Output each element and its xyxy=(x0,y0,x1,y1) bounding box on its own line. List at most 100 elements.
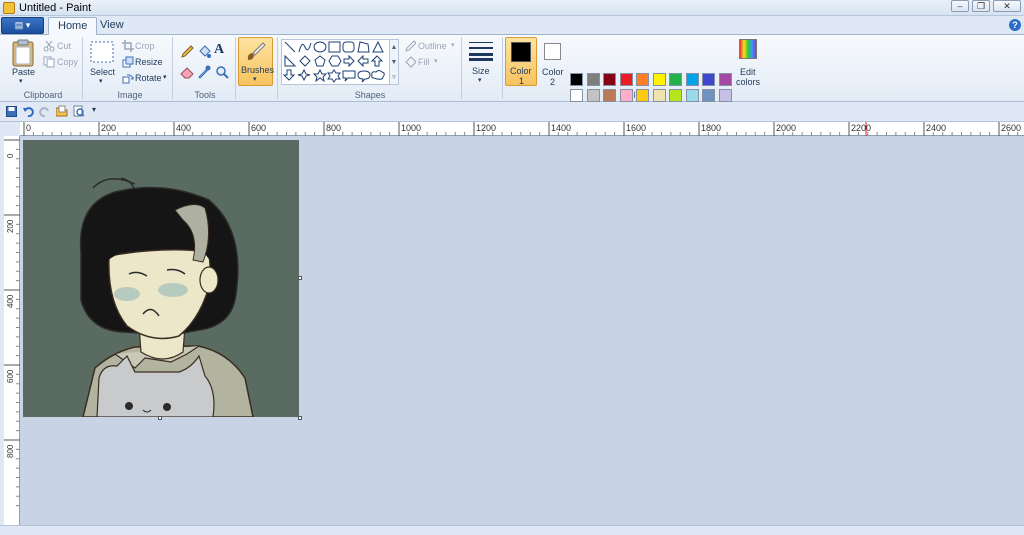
palette-swatch[interactable] xyxy=(603,89,616,102)
crop-icon xyxy=(122,40,134,52)
resize-handle-right[interactable] xyxy=(298,276,302,280)
ruler-label: 2600 xyxy=(1001,123,1022,133)
palette-swatch[interactable] xyxy=(685,89,699,102)
rectangle-shape-icon xyxy=(328,41,341,53)
palette-swatch[interactable] xyxy=(669,89,682,102)
maximize-button[interactable]: ❐ xyxy=(972,0,990,12)
outline-dropdown-icon[interactable]: ▾ xyxy=(451,41,455,49)
eraser-icon[interactable] xyxy=(180,65,194,79)
ruler-label: 2200 xyxy=(851,123,872,133)
edit-colors-button[interactable]: Edit colors xyxy=(733,39,763,87)
line-shape-icon xyxy=(284,41,296,53)
ruler-label: 800 xyxy=(326,123,342,133)
text-tool-icon[interactable]: A xyxy=(214,42,224,58)
palette-swatch[interactable] xyxy=(652,73,666,86)
palette-swatch[interactable] xyxy=(619,89,633,102)
size-button[interactable]: Size ▾ xyxy=(466,37,496,87)
resize-button[interactable]: Resize xyxy=(135,57,163,67)
palette-swatch[interactable] xyxy=(636,73,649,86)
palette-swatch[interactable] xyxy=(603,73,616,86)
palette-swatch[interactable] xyxy=(718,89,732,102)
save-icon[interactable] xyxy=(6,106,17,117)
select-label[interactable]: Select xyxy=(90,67,115,77)
vertical-ruler-ticks xyxy=(4,139,20,507)
customize-toolbar-icon[interactable]: ▾ xyxy=(92,105,96,114)
shapes-scroll[interactable]: ▲ ▼ ▿ xyxy=(390,39,399,85)
scissors-icon xyxy=(43,40,55,52)
outline-button[interactable]: Outline xyxy=(418,41,447,51)
palette-swatch[interactable] xyxy=(652,89,666,102)
palette-swatch[interactable] xyxy=(586,89,600,102)
vertical-ruler: 0 200 400 600 800 xyxy=(4,136,20,525)
shapes-gallery xyxy=(281,39,390,85)
copy-button[interactable]: Copy xyxy=(57,57,78,67)
cut-button[interactable]: Cut xyxy=(57,41,71,51)
paste-label[interactable]: Paste xyxy=(12,67,35,77)
tab-view[interactable]: View xyxy=(91,17,133,35)
paste-icon[interactable] xyxy=(12,39,34,67)
palette-swatch[interactable] xyxy=(718,73,732,86)
edit-colors-label-2: colors xyxy=(736,77,761,87)
palette-swatch[interactable] xyxy=(570,89,583,102)
crop-button[interactable]: Crop xyxy=(135,41,155,51)
ruler-label: 1000 xyxy=(401,123,422,133)
color-picker-icon[interactable] xyxy=(197,65,211,79)
ruler-label: 600 xyxy=(251,123,267,133)
close-button[interactable]: ✕ xyxy=(993,0,1021,12)
fill-bucket-icon[interactable] xyxy=(197,45,211,59)
ribbon-home: Paste ▾ Cut Copy Clipboard Select ▾ Crop… xyxy=(0,35,1024,107)
rotate-button[interactable]: Rotate xyxy=(135,73,162,83)
undo-icon[interactable] xyxy=(23,106,34,117)
palette-swatch[interactable] xyxy=(619,73,633,86)
palette-swatch[interactable] xyxy=(570,73,583,86)
canvas-workspace[interactable] xyxy=(20,136,1024,525)
print-preview-icon[interactable] xyxy=(73,105,85,117)
palette-swatch[interactable] xyxy=(685,73,699,86)
resize-handle-bottom[interactable] xyxy=(158,416,162,420)
ruler-label: 200 xyxy=(101,123,117,133)
color2-button[interactable]: Color 2 xyxy=(539,37,567,87)
fill-dropdown-icon[interactable]: ▾ xyxy=(434,57,438,65)
ruler-label: 2400 xyxy=(926,123,947,133)
drawing-canvas[interactable] xyxy=(23,140,299,417)
up-arrow-shape-icon xyxy=(370,55,384,67)
right-triangle-shape-icon xyxy=(284,54,297,67)
select-icon[interactable] xyxy=(90,41,114,63)
down-arrow-shape-icon xyxy=(282,69,296,81)
resize-icon xyxy=(122,56,134,68)
brushes-button[interactable]: Brushes ▾ xyxy=(238,37,274,86)
ribbon-tab-bar: ▤ ▾ Home View ? xyxy=(0,16,1024,35)
paint-menu-button[interactable]: ▤ ▾ xyxy=(1,17,44,34)
status-bar xyxy=(0,525,1024,535)
pencil-icon[interactable] xyxy=(180,45,194,59)
paint-app-icon[interactable] xyxy=(3,2,15,14)
resize-handle-corner[interactable] xyxy=(298,416,302,420)
tab-home[interactable]: Home xyxy=(48,17,98,35)
help-icon[interactable]: ? xyxy=(1009,19,1021,31)
title-bar: Untitled - Paint – ❐ ✕ xyxy=(0,0,1024,16)
fill-button[interactable]: Fill xyxy=(418,57,430,67)
palette-swatch[interactable] xyxy=(669,73,682,86)
ruler-label: 200 xyxy=(6,219,15,233)
palette-swatch[interactable] xyxy=(586,73,600,86)
color1-button[interactable]: Color 1 xyxy=(505,37,537,86)
magnifier-icon[interactable] xyxy=(215,65,229,79)
five-point-star-shape-icon xyxy=(312,68,328,83)
palette-swatch[interactable] xyxy=(702,89,715,102)
open-folder-icon[interactable] xyxy=(56,105,68,117)
ruler-corner xyxy=(0,122,20,136)
palette-swatch[interactable] xyxy=(636,89,649,102)
palette-swatch[interactable] xyxy=(702,73,715,86)
tools-group-label: Tools xyxy=(194,90,216,100)
shapes-group-label: Shapes xyxy=(354,90,386,100)
redo-icon[interactable] xyxy=(39,106,50,117)
horizontal-ruler: 0 200 400 600 800 1000 1200 1400 1600 1800 2000 220… xyxy=(20,122,1024,136)
minimize-button[interactable]: – xyxy=(951,0,969,12)
fill-icon xyxy=(405,56,416,68)
rotate-dropdown-icon[interactable]: ▾ xyxy=(163,73,167,81)
paste-dropdown-icon[interactable]: ▾ xyxy=(19,77,23,85)
copy-icon xyxy=(43,56,55,68)
separator xyxy=(277,37,278,99)
select-dropdown-icon[interactable]: ▾ xyxy=(99,77,103,85)
cloud-callout-shape-icon xyxy=(371,70,385,80)
